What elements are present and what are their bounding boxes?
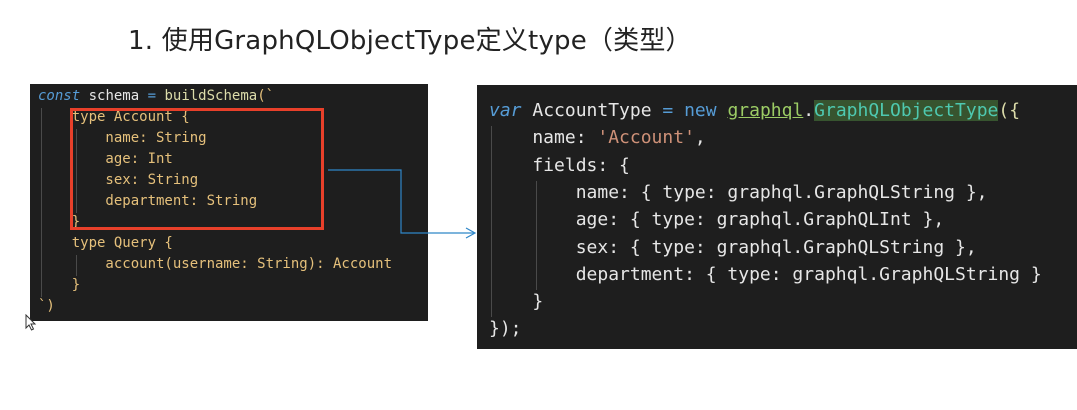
- slide: 1. 使用GraphQLObjectType定义type（类型） const s…: [0, 0, 1077, 410]
- arrow-line: [328, 169, 474, 234]
- mouse-cursor-icon: [25, 314, 37, 331]
- connector-arrow: [328, 169, 477, 239]
